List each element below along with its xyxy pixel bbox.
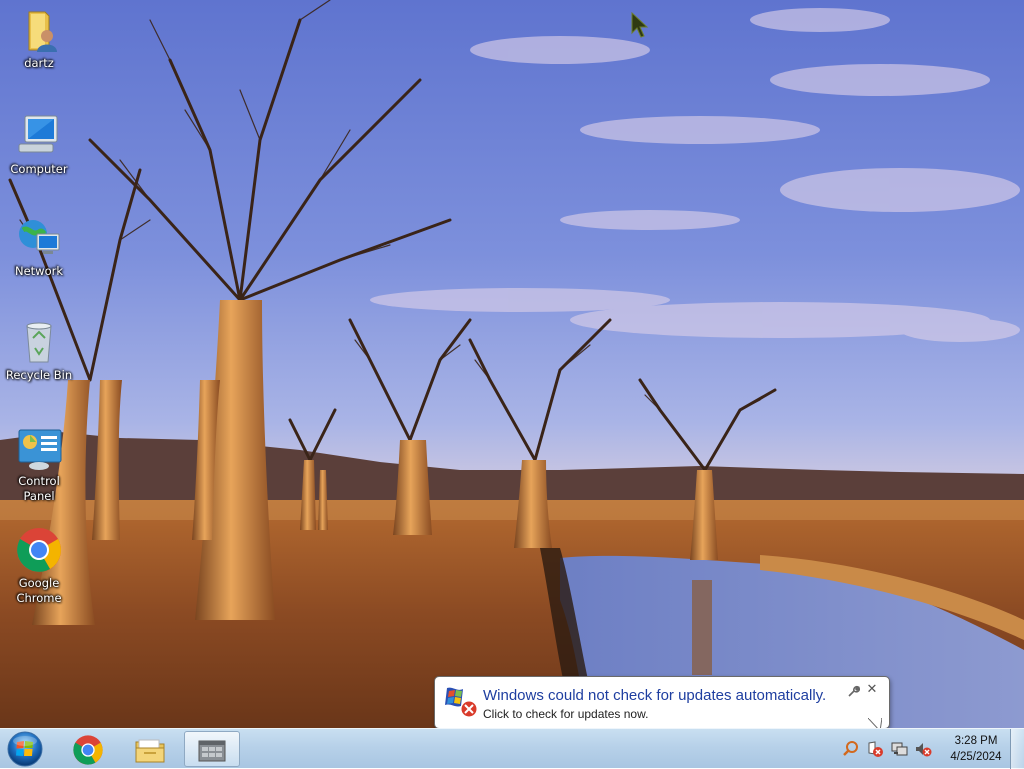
volume-muted-icon[interactable] (914, 740, 932, 758)
taskbar: 3:28 PM 4/25/2024 (0, 728, 1024, 769)
desktop-icon-computer[interactable]: Computer (2, 112, 76, 177)
network-icon[interactable] (890, 740, 908, 758)
desktop-icon-label: Network (14, 264, 64, 278)
network-icon (19, 220, 60, 254)
taskbar-chrome-button[interactable] (61, 731, 117, 767)
show-desktop-button[interactable] (1010, 729, 1024, 769)
search-icon[interactable] (842, 740, 860, 758)
chrome-icon (17, 528, 61, 572)
desktop-wallpaper (0, 0, 1024, 728)
clock-time: 3:28 PM (954, 735, 998, 747)
desktop-icon-recycle-bin[interactable]: Recycle Bin (2, 318, 76, 383)
desktop-icon-network[interactable]: Network (2, 214, 76, 279)
desktop-icon-user-folder[interactable]: dartz (2, 6, 76, 71)
computer-icon (18, 115, 58, 153)
notification-close-button[interactable]: ✕ (865, 682, 879, 698)
start-button[interactable] (4, 730, 46, 768)
desktop-icon-label: dartz (24, 56, 54, 70)
control-panel-icon (18, 429, 62, 470)
windows-update-error-icon (445, 687, 478, 718)
desktop-icon-control-panel[interactable]: Control Panel (2, 424, 76, 504)
desktop-icon-label-line2: Chrome (16, 591, 62, 605)
notification-text: Click to check for updates now. (483, 707, 649, 721)
taskbar-app-button-active[interactable] (184, 731, 240, 767)
desktop-icon-google-chrome[interactable]: Google Chrome (2, 526, 76, 606)
mouse-cursor (631, 12, 649, 38)
taskbar-clock[interactable]: 3:28 PM 4/25/2024 (936, 733, 1016, 765)
user-folder-icon (28, 11, 57, 52)
folder-icon (135, 739, 165, 763)
clock-date: 4/25/2024 (950, 751, 1002, 763)
desktop-icon-label-line1: Google (18, 576, 60, 590)
desktop-icon-label: Control Panel (18, 474, 60, 503)
chrome-icon (73, 735, 103, 765)
recycle-bin-icon (26, 322, 52, 363)
taskbar-explorer-button[interactable] (123, 731, 179, 767)
wrench-icon[interactable] (846, 685, 860, 699)
system-tray: 3:28 PM 4/25/2024 (836, 729, 1024, 769)
desktop-icon-label: Computer (10, 162, 68, 176)
window-grid-icon (198, 740, 226, 762)
desktop-icon-label: Recycle Bin (5, 368, 73, 382)
update-notification-balloon[interactable]: Windows could not check for updates auto… (434, 676, 890, 732)
action-center-error-icon[interactable] (866, 740, 884, 758)
notification-title: Windows could not check for updates auto… (483, 687, 827, 704)
